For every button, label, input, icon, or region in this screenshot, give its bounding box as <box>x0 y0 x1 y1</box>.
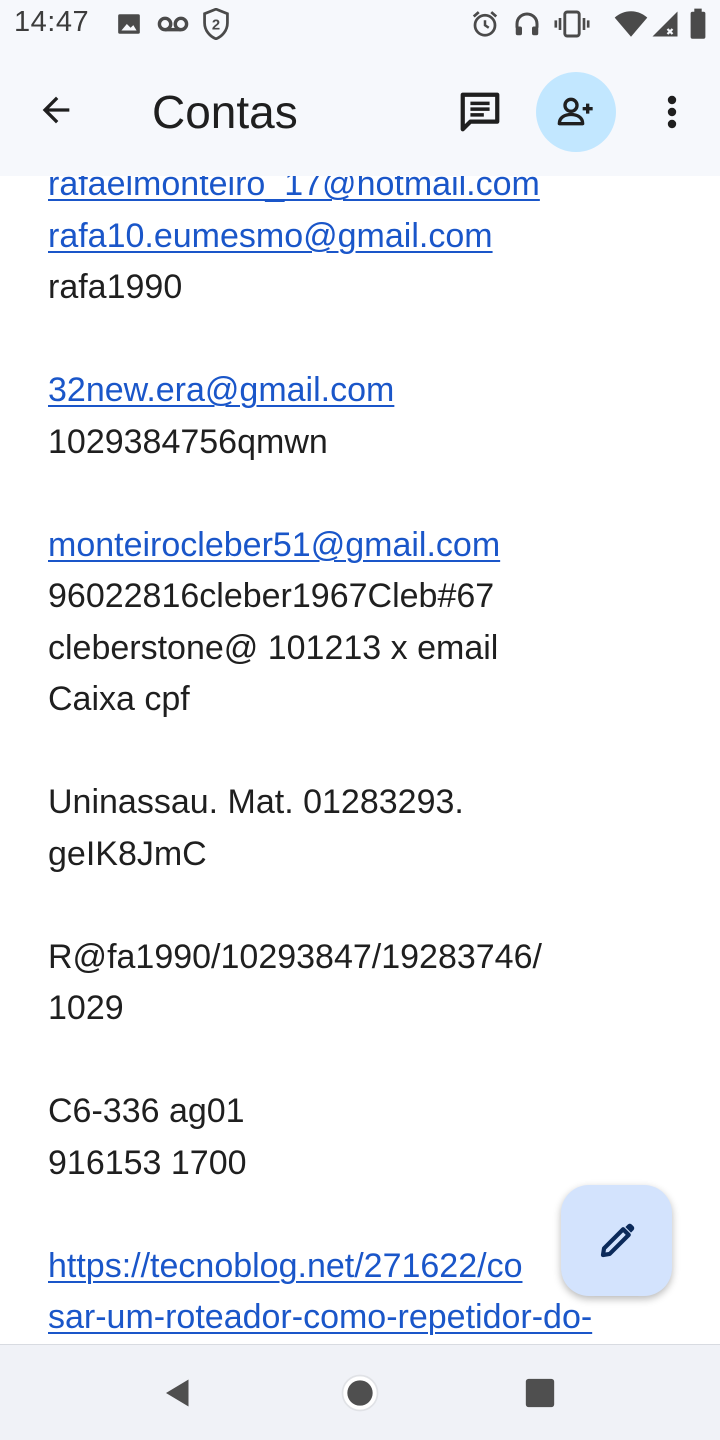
note-link[interactable]: rafa10.eumesmo@gmail.com <box>48 211 708 263</box>
back-triangle-icon <box>166 1379 189 1407</box>
note-link[interactable]: monteirocleber51@gmail.com <box>48 520 708 572</box>
nav-home-button[interactable] <box>332 1365 388 1421</box>
add-person-icon <box>557 97 593 126</box>
note-blank-line <box>48 314 708 366</box>
edit-pencil-icon <box>600 1223 634 1257</box>
note-blank-line <box>48 468 708 520</box>
page-title: Contas <box>152 86 298 138</box>
note-line: Caixa cpf <box>48 680 190 718</box>
badge-number: 2 <box>212 18 220 34</box>
comments-button[interactable] <box>452 84 508 140</box>
note-line: R@fa1990/10293847/19283746/ <box>48 937 542 976</box>
add-collaborator-button[interactable] <box>536 72 616 152</box>
comment-icon <box>460 92 500 132</box>
home-circle-icon <box>341 1374 379 1412</box>
nav-back-button[interactable] <box>150 1365 206 1421</box>
note-text[interactable]: rafaelmonteiro_17@hotmail.com rafa10.eume… <box>48 176 708 1344</box>
note-blank-line <box>48 880 708 932</box>
status-time: 14:47 <box>14 6 90 38</box>
app-bar: Contas <box>0 50 720 176</box>
note-line: rafa1990 <box>48 268 183 306</box>
recents-square-icon <box>525 1378 555 1408</box>
note-line: 1029 <box>48 989 124 1027</box>
edit-fab[interactable] <box>561 1185 672 1296</box>
alarm-icon <box>472 11 498 37</box>
signal-icon <box>652 11 678 37</box>
nav-recents-button[interactable] <box>512 1365 568 1421</box>
note-line: 1029384756qmwn <box>48 422 328 461</box>
note-line: 96022816cleber1967Cleb#67 <box>48 577 495 615</box>
battery-icon <box>690 8 706 39</box>
status-bar: 14:47 2 <box>0 0 720 50</box>
note-blank-line <box>48 1035 708 1087</box>
note-line: 916153 1700 <box>48 1143 247 1182</box>
note-body[interactable]: rafaelmonteiro_17@hotmail.com rafa10.eume… <box>0 176 720 1344</box>
note-line: Uninassau. Mat. 01283293. <box>48 783 464 821</box>
vibrate-icon <box>554 10 590 38</box>
note-line: C6-336 ag01 <box>48 1092 245 1130</box>
image-icon <box>118 14 140 34</box>
wifi-icon <box>614 11 648 37</box>
voicemail-icon <box>157 16 189 32</box>
headset-icon <box>515 12 539 36</box>
note-blank-line <box>48 726 708 778</box>
note-link[interactable]: sar-um-roteador-como-repetidor-do- <box>48 1292 708 1344</box>
system-nav-bar <box>0 1344 720 1440</box>
more-options-button[interactable] <box>650 84 694 140</box>
arrow-back-icon <box>42 96 70 124</box>
badge-2-icon: 2 <box>203 8 229 40</box>
note-line: geIK8JmC <box>48 834 207 873</box>
note-link[interactable]: 32new.era@gmail.com <box>48 365 708 417</box>
back-button[interactable] <box>28 82 84 138</box>
more-vert-icon <box>667 95 677 129</box>
note-line: cleberstone@ 101213 x email <box>48 628 499 667</box>
note-link[interactable]: rafaelmonteiro_17@hotmail.com <box>48 176 708 211</box>
